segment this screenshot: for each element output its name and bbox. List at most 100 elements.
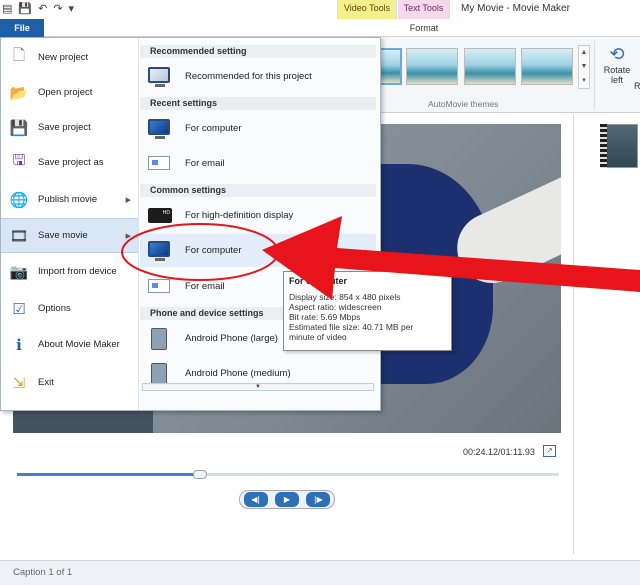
timecode: 00:24.12/01:11.93 bbox=[463, 447, 535, 457]
hd-display-icon: HD bbox=[148, 205, 174, 227]
exit-icon: ⇲ bbox=[12, 373, 26, 392]
globe-icon: 🌐 bbox=[9, 190, 29, 209]
fullscreen-icon[interactable]: ↗ bbox=[543, 445, 556, 457]
email-envelope-icon bbox=[148, 276, 174, 298]
seek-thumb[interactable] bbox=[192, 470, 207, 479]
menu-item-save-movie[interactable]: 🎞 Save movie ▶ bbox=[1, 218, 138, 253]
computer-monitor-icon bbox=[148, 118, 174, 140]
submenu-item-label: Recommended for this project bbox=[185, 71, 312, 82]
section-header-common: Common settings bbox=[140, 184, 376, 197]
menu-item-options[interactable]: ☑ Options bbox=[1, 291, 138, 326]
previous-frame-button[interactable]: ◀| bbox=[243, 492, 268, 507]
context-tab-text-tools: Text Tools bbox=[398, 0, 450, 19]
menu-item-save-project[interactable]: 💾 Save project bbox=[1, 110, 138, 145]
save-disk-icon: 💾 bbox=[9, 118, 29, 137]
tooltip-line: minute of video bbox=[289, 332, 347, 342]
rotate-left-button[interactable]: ⟲ Rotate left bbox=[600, 44, 634, 86]
film-icon: 🎞 bbox=[9, 226, 29, 245]
file-menu: 🗋 New project 📂 Open project 💾 Save proj… bbox=[0, 37, 381, 411]
menu-item-label: New project bbox=[38, 52, 89, 63]
camera-import-icon: 📷 bbox=[9, 262, 29, 281]
menu-item-import-from-device[interactable]: 📷 Import from device bbox=[1, 254, 138, 289]
tab-file[interactable]: File bbox=[0, 19, 44, 37]
menu-item-open-project[interactable]: 📂 Open project bbox=[1, 75, 138, 110]
submenu-item-label: For high-definition display bbox=[185, 210, 294, 221]
phone-device-icon bbox=[148, 327, 174, 350]
file-menu-commands: 🗋 New project 📂 Open project 💾 Save proj… bbox=[1, 38, 139, 410]
save-icon[interactable]: 💾 bbox=[18, 2, 32, 15]
ribbon-tab-row: File Format bbox=[0, 19, 640, 37]
context-tab-video-tools: Video Tools bbox=[337, 0, 397, 19]
tooltip-line: Estimated file size: 40.71 MB per bbox=[289, 322, 414, 332]
submenu-item-label: For email bbox=[185, 158, 225, 169]
theme-thumbnail[interactable] bbox=[464, 48, 516, 85]
section-header-recent: Recent settings bbox=[140, 97, 376, 110]
menu-item-label: Import from device bbox=[38, 266, 117, 277]
menu-item-exit[interactable]: ⇲ Exit bbox=[1, 365, 138, 400]
status-bar: Caption 1 of 1 bbox=[0, 560, 640, 585]
save-movie-submenu: Recommended setting Recommended for this… bbox=[140, 40, 379, 410]
seek-progress bbox=[17, 473, 200, 476]
options-list-icon: ☑ bbox=[12, 299, 26, 318]
tooltip-line: Display size: 854 x 480 pixels bbox=[289, 292, 401, 302]
window-title: My Movie - Movie Maker bbox=[461, 3, 570, 14]
tooltip-line: Aspect ratio: widescreen bbox=[289, 302, 382, 312]
rotate-right-button[interactable]: R bbox=[634, 81, 640, 91]
submenu-item-label: Android Phone (large) bbox=[185, 333, 278, 344]
open-folder-icon: 📂 bbox=[9, 83, 29, 102]
submenu-item-label: Android Phone (medium) bbox=[185, 368, 291, 379]
menu-item-label: Save project as bbox=[38, 157, 104, 168]
submenu-arrow-icon: ▶ bbox=[125, 196, 131, 204]
email-envelope-icon bbox=[148, 153, 174, 175]
menu-item-label: Exit bbox=[38, 377, 54, 388]
recommended-settings-icon bbox=[148, 66, 174, 88]
menu-item-label: Publish movie bbox=[38, 194, 98, 205]
submenu-item-hd-display[interactable]: HD For high-definition display bbox=[140, 199, 376, 232]
submenu-scroll-down-icon[interactable]: ▼ bbox=[142, 383, 374, 391]
rotate-left-icon: ⟲ bbox=[609, 44, 625, 65]
submenu-item-recent-email[interactable]: For email bbox=[140, 147, 376, 180]
submenu-arrow-icon: ▶ bbox=[125, 232, 131, 240]
menu-item-new-project[interactable]: 🗋 New project bbox=[1, 40, 138, 75]
caption-counter: Caption 1 of 1 bbox=[13, 567, 73, 578]
seek-bar[interactable] bbox=[17, 470, 559, 479]
theme-thumbnail[interactable] bbox=[406, 48, 458, 85]
submenu-item-common-computer[interactable]: For computer bbox=[140, 234, 376, 267]
next-frame-button[interactable]: |▶ bbox=[306, 492, 331, 507]
quick-access-toolbar: ▤ 💾 ↶ ↷ ▾ bbox=[2, 2, 74, 15]
themes-group-label: AutoMovie themes bbox=[428, 99, 499, 109]
app-menu-icon[interactable]: ▤ bbox=[2, 2, 12, 15]
menu-item-about[interactable]: ℹ About Movie Maker bbox=[1, 327, 138, 362]
storyboard-pane[interactable] bbox=[573, 114, 640, 554]
menu-item-save-project-as[interactable]: 🖫 Save project as bbox=[1, 145, 138, 180]
new-project-icon: 🗋 bbox=[12, 46, 26, 64]
computer-monitor-icon bbox=[148, 240, 174, 262]
redo-icon[interactable]: ↷ bbox=[53, 2, 62, 15]
menu-item-label: Save movie bbox=[38, 230, 88, 241]
save-as-icon: 🖫 bbox=[12, 151, 26, 169]
submenu-item-recommended[interactable]: Recommended for this project bbox=[140, 60, 376, 93]
ribbon-separator bbox=[594, 41, 595, 109]
undo-icon[interactable]: ↶ bbox=[38, 2, 47, 15]
title-bar: ▤ 💾 ↶ ↷ ▾ Video Tools Text Tools My Movi… bbox=[0, 0, 640, 19]
menu-item-label: Save project bbox=[38, 122, 91, 133]
themes-gallery-scroll[interactable]: ▲ ▼ ▾ bbox=[578, 45, 590, 89]
filmstrip-edge bbox=[600, 124, 607, 168]
play-button[interactable]: ▶ bbox=[274, 492, 299, 507]
rotate-left-label-1: Rotate bbox=[603, 65, 631, 75]
rotate-left-label-2: left bbox=[610, 75, 623, 85]
theme-thumbnail[interactable] bbox=[521, 48, 573, 85]
submenu-item-recent-computer[interactable]: For computer bbox=[140, 112, 376, 145]
settings-tooltip: For computer Display size: 854 x 480 pix… bbox=[283, 271, 452, 351]
submenu-item-label: For email bbox=[185, 281, 225, 292]
tab-format[interactable]: Format bbox=[398, 19, 450, 37]
menu-item-label: About Movie Maker bbox=[38, 339, 120, 350]
tooltip-line: Bit rate: 5.69 Mbps bbox=[289, 312, 361, 322]
customize-toolbar-icon[interactable]: ▾ bbox=[69, 2, 75, 15]
tooltip-title: For computer bbox=[289, 276, 348, 286]
info-icon: ℹ bbox=[16, 335, 22, 354]
menu-item-publish-movie[interactable]: 🌐 Publish movie ▶ bbox=[1, 182, 138, 217]
phone-device-icon bbox=[148, 362, 174, 385]
section-header-recommended: Recommended setting bbox=[140, 45, 376, 58]
menu-item-label: Open project bbox=[38, 87, 93, 98]
